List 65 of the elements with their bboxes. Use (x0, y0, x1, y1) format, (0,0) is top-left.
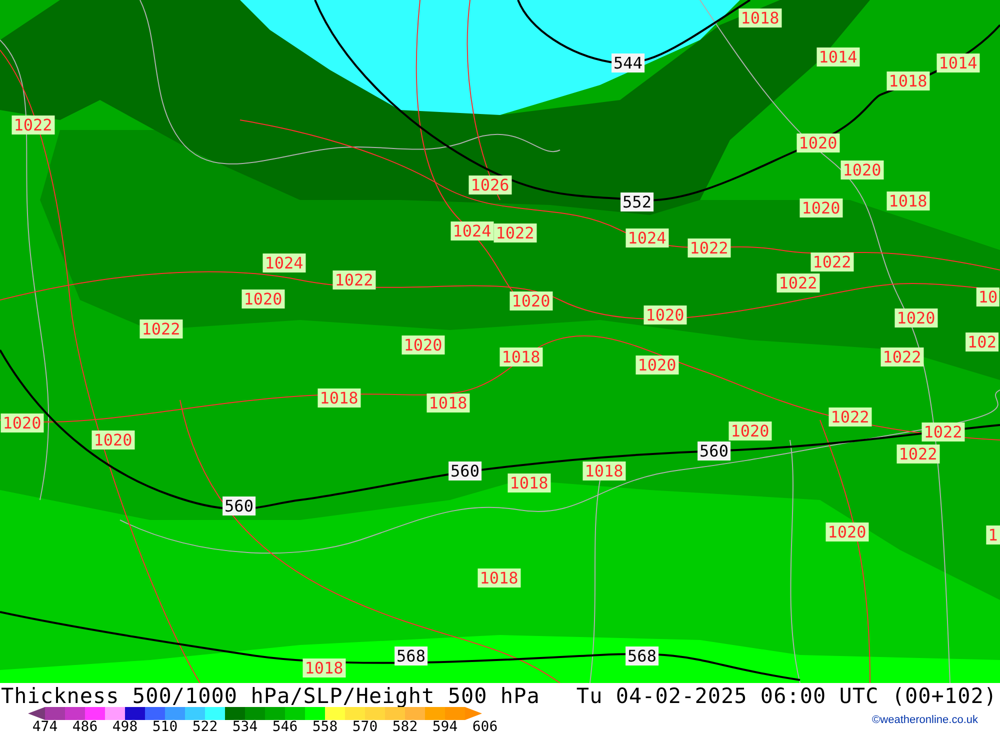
isobar-label: 1 (986, 526, 1000, 544)
isobar-label: 1022 (896, 444, 940, 464)
scale-tick-label: 546 (272, 720, 298, 733)
thickness-contour-label: 552 (620, 192, 654, 212)
isobar-label: 1020 (796, 134, 840, 152)
isobar-label: 102 (966, 332, 998, 352)
isobar-label: 1018 (426, 394, 470, 412)
isobar-label: 10 (976, 288, 1000, 306)
scale-tick-label: 522 (192, 720, 218, 733)
isobar-label: 1020 (402, 336, 444, 354)
isobar-label: 1026 (468, 176, 512, 194)
thickness-contour-label: 560 (698, 442, 730, 460)
isobar-label: 1020 (800, 198, 842, 218)
thickness-contour-label: 568 (626, 646, 658, 666)
isobar-label: 1022 (810, 252, 854, 272)
isobar-label: 1014 (936, 54, 980, 72)
isobar-label: 1022 (688, 238, 730, 258)
map-title: Thickness 500/1000 hPa/SLP/Height 500 hPa (1, 683, 540, 709)
copyright-credit: ©weatheronline.co.uk (872, 714, 978, 727)
scale-tick-label: 558 (312, 720, 338, 733)
thickness-contour-label: 544 (612, 54, 644, 72)
isobar-label: 1014 (816, 48, 860, 66)
isobar-label: 1020 (242, 290, 284, 308)
isobar-label: 1018 (738, 8, 782, 28)
scale-tick-label: 510 (152, 720, 178, 733)
scale-tick-label: 474 (32, 720, 58, 733)
isobar-label: 1022 (494, 224, 536, 242)
isobar-label: 1024 (626, 228, 668, 248)
scale-tick-label: 570 (352, 720, 378, 733)
thickness-contour-label: 560 (222, 496, 256, 516)
isobar-label: 1018 (318, 388, 360, 408)
isobar-label: 1020 (644, 306, 686, 324)
isobar-label: 1022 (140, 320, 182, 338)
scale-tick-label: 498 (112, 720, 138, 733)
thickness-contour-label: 568 (394, 646, 428, 666)
isobar-label: 1020 (92, 430, 134, 450)
scale-tick-label: 606 (472, 720, 498, 733)
isobar-label: 1018 (508, 474, 550, 492)
scale-tick-label: 582 (392, 720, 418, 733)
isobar-label: 1020 (840, 160, 884, 180)
isobar-label: 1018 (886, 72, 930, 90)
isobar-label: 1022 (776, 274, 820, 292)
isobar-label: 1020 (510, 292, 552, 310)
isobar-label: 1018 (302, 658, 346, 678)
thickness-contour-label: 560 (448, 462, 482, 480)
isobar-label: 1020 (728, 422, 772, 440)
isobar-label: 1020 (894, 308, 938, 328)
isobar-label: 1022 (12, 116, 54, 134)
isobar-label: 1022 (332, 270, 376, 290)
isobar-label: 1024 (450, 222, 494, 240)
isobar-label: 1020 (0, 414, 44, 432)
isobar-label: 1020 (636, 356, 678, 374)
scale-tick-label: 486 (72, 720, 98, 733)
scale-tick-label: 594 (432, 720, 458, 733)
isobar-label: 1018 (478, 568, 520, 588)
isobar-label: 1022 (828, 408, 872, 426)
scale-tick-label: 534 (232, 720, 258, 733)
valid-time: Tu 04-02-2025 06:00 UTC (00+102) (576, 683, 997, 709)
isobar-label: 1024 (262, 254, 306, 272)
isobar-label: 1018 (582, 462, 626, 480)
isobar-label: 1018 (886, 192, 930, 210)
isobar-label: 1022 (880, 348, 924, 366)
isobar-label: 1018 (500, 348, 542, 366)
isobar-label: 1022 (922, 422, 964, 442)
isobar-label: 1020 (826, 522, 868, 542)
